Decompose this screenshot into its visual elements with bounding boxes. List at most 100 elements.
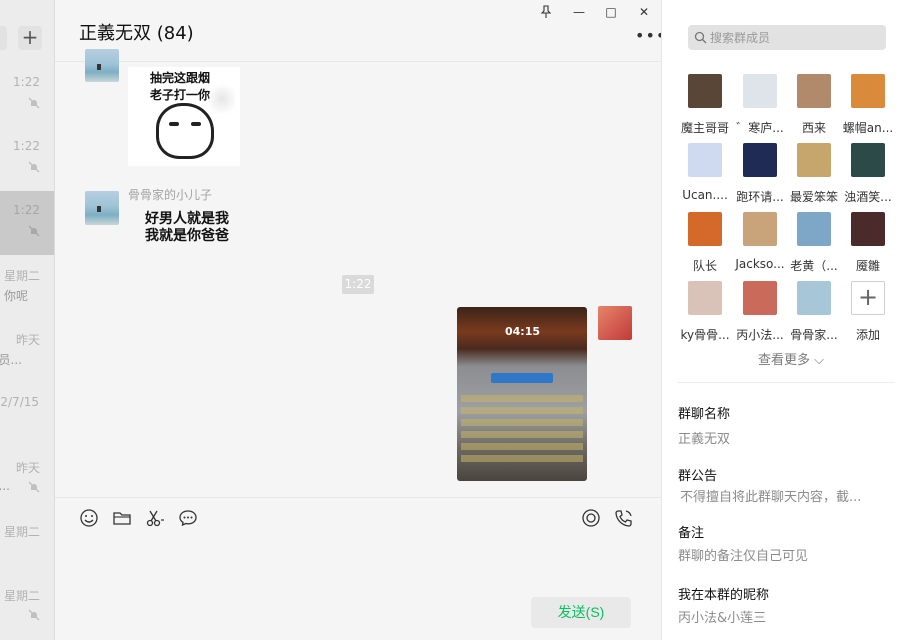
session-search-input[interactable] (0, 26, 7, 50)
close-button[interactable]: ✕ (636, 4, 652, 20)
session-snippet: 你呢 (3, 289, 28, 303)
pin-icon[interactable] (538, 4, 554, 20)
session-time: 1:22 (13, 75, 40, 89)
member-name: 骨骨家... (790, 328, 838, 342)
chat-window: 正義无双 (84) — □ ✕ ••• 抽完这跟烟 老子打一你 骨骨家的小儿子 … (55, 0, 665, 640)
plus-icon: + (851, 281, 885, 315)
member-name: 魇雛 (855, 259, 880, 273)
maximize-button[interactable]: □ (603, 4, 619, 20)
game-row (461, 395, 583, 402)
text-sticker-line: 我就是你爸爸 (145, 228, 229, 244)
member-search-input[interactable] (710, 25, 880, 50)
member-name: 浊酒笑... (844, 190, 892, 204)
group-info-panel: 魔主哥哥 ゛寒庐... 西来 螺帽an... Ucan.... 跑环请... 最… (661, 0, 910, 640)
send-button[interactable]: 发送(S) (531, 597, 631, 628)
time-divider: 1:22 (342, 275, 374, 294)
member-avatar (797, 281, 831, 315)
session-item[interactable]: 星期二 (0, 575, 54, 639)
emoji-icon[interactable] (79, 508, 99, 528)
sender-avatar[interactable] (85, 49, 119, 82)
session-item[interactable]: 1:22 (0, 63, 54, 127)
member-avatar (797, 143, 831, 177)
game-row (461, 407, 583, 414)
folder-icon[interactable] (112, 508, 132, 528)
member-item[interactable]: Jackso... (731, 212, 789, 278)
divider (677, 382, 895, 383)
search-icon (694, 31, 707, 44)
session-time: 1:22 (13, 203, 40, 217)
session-time: 星期二 (3, 589, 40, 603)
sticker-caption-line: 老子打一你 (150, 88, 211, 102)
chat-bubble-icon[interactable] (178, 508, 198, 528)
member-name: Ucan.... (682, 188, 728, 202)
sender-avatar[interactable] (85, 191, 119, 225)
member-avatar (797, 212, 831, 246)
sender-name: 骨骨家的小儿子 (128, 188, 213, 202)
minimize-button[interactable]: — (571, 4, 587, 20)
my-avatar[interactable] (598, 306, 632, 340)
view-more-link[interactable]: 查看更多 ⌵ (758, 349, 824, 368)
session-time: 星期二 (3, 269, 40, 283)
game-row (461, 455, 583, 462)
remark-value[interactable]: 群聊的备注仅自己可见 (678, 545, 808, 564)
session-item[interactable]: 1:22 (0, 127, 54, 191)
session-time: 昨天 (15, 461, 40, 475)
session-item[interactable]: 星期二 你呢 (0, 255, 54, 319)
member-name: 老黄（... (790, 259, 838, 273)
image-message[interactable]: 04:15 (457, 307, 587, 481)
member-name: ky骨骨... (680, 328, 730, 342)
member-item[interactable]: Ucan.... (676, 143, 734, 209)
session-item[interactable]: 2/7/15 (0, 383, 54, 447)
member-item[interactable]: ky骨骨... (676, 281, 734, 347)
game-progress-bar (491, 373, 553, 383)
live-icon[interactable] (581, 508, 601, 528)
member-avatar (851, 212, 885, 246)
member-name: 跑环请... (736, 190, 784, 204)
my-nickname-value[interactable]: 丙小法&小莲三 (678, 607, 766, 626)
session-item[interactable]: 昨天 员... (0, 319, 54, 383)
member-item[interactable]: 队长 (676, 212, 734, 278)
text-sticker-message[interactable]: 好男人就是我 我就是你爸爸 (145, 211, 229, 245)
sticker-caption-line: 抽完这跟烟 (150, 71, 211, 85)
session-item[interactable]: 昨天 ... (0, 447, 54, 511)
mute-bell-icon (28, 161, 40, 173)
sticker-message[interactable]: 抽完这跟烟 老子打一你 (128, 67, 240, 166)
member-item[interactable]: 骨骨家... (785, 281, 843, 347)
group-name-value[interactable]: 正義无双 (678, 428, 730, 447)
member-avatar (688, 281, 722, 315)
member-name: 西来 (801, 121, 826, 135)
member-item[interactable]: 最爱笨笨 (785, 143, 843, 209)
member-item[interactable]: 西来 (785, 74, 843, 140)
voice-call-icon[interactable] (614, 508, 634, 528)
member-name: 魔主哥哥 (680, 121, 729, 135)
member-item[interactable]: 魔主哥哥 (676, 74, 734, 140)
member-avatar (743, 281, 777, 315)
member-item[interactable]: 丙小法... (731, 281, 789, 347)
group-notice-value[interactable]: 不得擅自将此群聊天内容，截... (680, 486, 861, 505)
member-item[interactable]: 老黄（... (785, 212, 843, 278)
member-name: ゛寒庐... (736, 121, 784, 135)
session-time: 1:22 (13, 139, 40, 153)
add-member-button[interactable]: + 添加 (839, 281, 897, 347)
member-name: Jackso... (735, 257, 785, 271)
member-item[interactable]: 浊酒笑... (839, 143, 897, 209)
session-item-selected[interactable]: 1:22 (0, 191, 54, 255)
member-item[interactable]: 魇雛 (839, 212, 897, 278)
session-item[interactable]: 星期二 (0, 511, 54, 575)
member-avatar (688, 143, 722, 177)
add-member-label: 添加 (855, 328, 880, 342)
member-search-box[interactable] (688, 25, 886, 50)
start-group-chat-button[interactable]: + (18, 26, 42, 50)
member-name: 队长 (692, 259, 717, 273)
cat-face-drawing (156, 103, 214, 159)
member-avatar (688, 212, 722, 246)
member-item[interactable]: 跑环请... (731, 143, 789, 209)
member-avatar (851, 74, 885, 108)
chat-title: 正義无双 (84) (79, 23, 194, 44)
my-nickname-label: 我在本群的昵称 (678, 588, 770, 603)
member-item[interactable]: ゛寒庐... (731, 74, 789, 140)
session-list: + 1:22 1:22 1:22 星期二 你呢 昨天 员... 2/7/15 昨… (0, 0, 55, 640)
member-avatar (797, 74, 831, 108)
scissors-icon[interactable] (145, 508, 165, 528)
member-item[interactable]: 螺帽an... (839, 74, 897, 140)
